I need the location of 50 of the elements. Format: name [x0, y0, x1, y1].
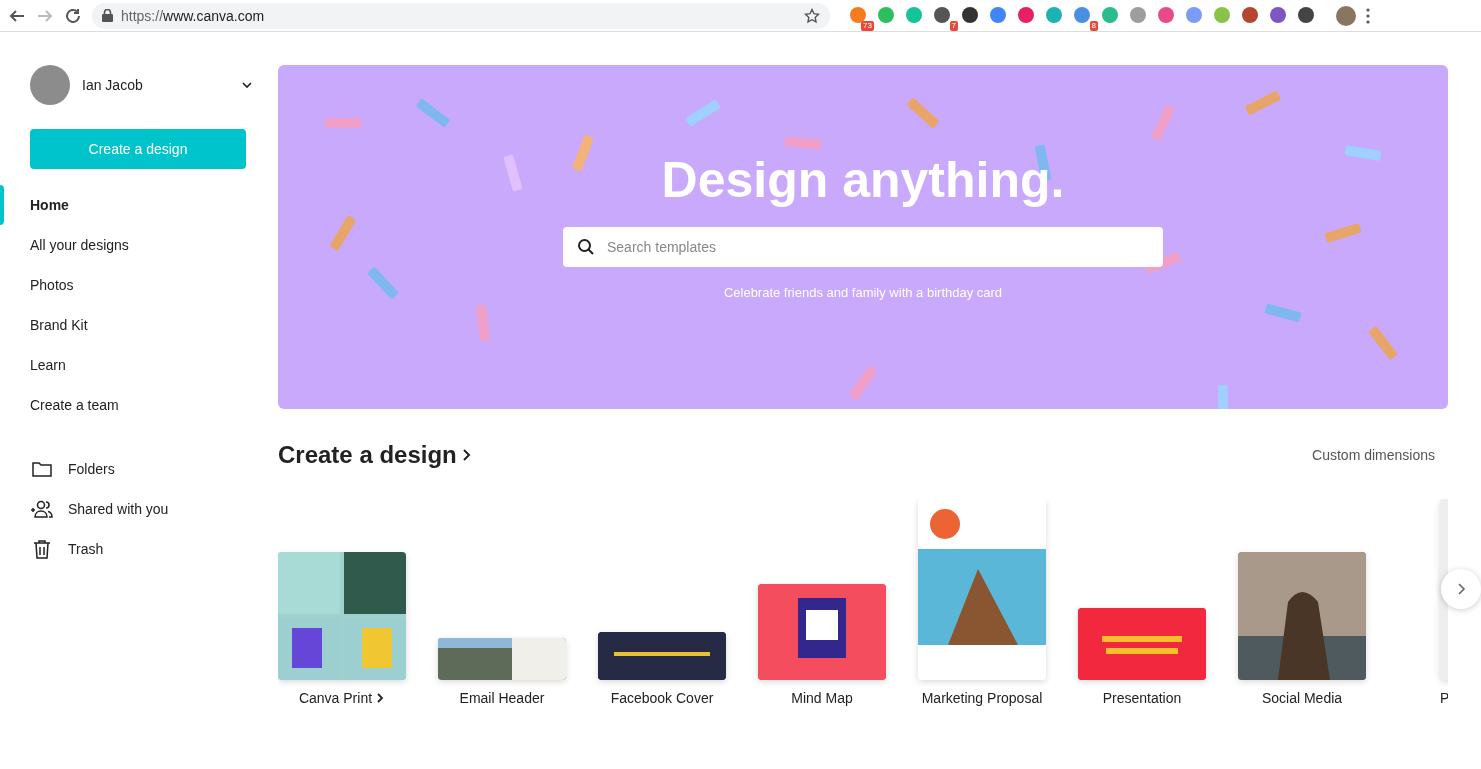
extension-icon[interactable]	[962, 6, 978, 23]
profile-avatar[interactable]	[1336, 5, 1356, 26]
menu-icon[interactable]	[1366, 7, 1370, 24]
nav-item[interactable]: Home	[0, 185, 278, 225]
url-scheme: https://	[121, 7, 164, 24]
nav-item[interactable]: All your designs	[0, 225, 278, 265]
nav-item[interactable]: Photos	[0, 265, 278, 305]
design-thumbnail[interactable]	[758, 584, 886, 680]
nav-link[interactable]: Trash	[68, 541, 104, 557]
design-type-label[interactable]: Facebook Cover	[610, 690, 714, 706]
hero-title: Design anything.	[661, 151, 1065, 209]
section-title[interactable]: Create a design	[278, 441, 457, 469]
design-type-label[interactable]: Canva Print	[298, 690, 373, 706]
design-type-label[interactable]: Email Header	[459, 690, 545, 706]
star-icon[interactable]	[804, 7, 820, 24]
nav-item[interactable]: Learn	[0, 345, 278, 385]
extension-badge: 73	[861, 20, 874, 31]
url-host: www.canva.com	[163, 7, 265, 24]
design-type-label[interactable]: Social Media	[1261, 690, 1343, 706]
design-thumbnail[interactable]	[1078, 608, 1206, 680]
nav-item[interactable]: Create a team	[0, 385, 278, 425]
design-thumbnail[interactable]	[598, 632, 726, 680]
chevron-right-icon[interactable]	[375, 692, 386, 704]
design-type-label[interactable]: Marketing Proposal	[921, 690, 1043, 706]
design-type-label[interactable]: Presentation	[1102, 690, 1182, 706]
chevron-right-icon[interactable]	[460, 448, 473, 462]
custom-dimensions-link[interactable]: Custom dimensions	[1312, 447, 1435, 463]
search-icon	[577, 238, 595, 256]
nav-item[interactable]: Brand Kit	[0, 305, 278, 345]
chevron-right-icon	[1456, 582, 1466, 596]
user-name[interactable]: Ian Jacob	[82, 77, 240, 93]
lock-icon	[102, 9, 113, 22]
extension-badge: 7	[949, 20, 958, 31]
nav-link[interactable]: Folders	[68, 461, 115, 477]
active-indicator	[0, 185, 4, 225]
design-thumbnail[interactable]	[1238, 552, 1366, 680]
extension-icon[interactable]	[1298, 6, 1314, 23]
design-thumbnail[interactable]	[278, 552, 406, 680]
design-type-label[interactable]: P	[1440, 690, 1448, 706]
address-bar[interactable]: https://www.canva.com	[92, 2, 830, 29]
user-avatar[interactable]	[30, 65, 70, 105]
extension-icon[interactable]	[934, 6, 950, 23]
extension-badge: 8	[1089, 20, 1098, 31]
search-field[interactable]: Search templates	[563, 227, 1163, 267]
design-thumbnail[interactable]	[918, 499, 1046, 680]
extension-icon[interactable]	[1242, 6, 1258, 23]
nav-link[interactable]: Shared with you	[68, 501, 169, 517]
design-type-label[interactable]: Mind Map	[791, 690, 853, 706]
design-thumbnail[interactable]	[438, 638, 566, 680]
reload-icon[interactable]	[64, 6, 82, 25]
